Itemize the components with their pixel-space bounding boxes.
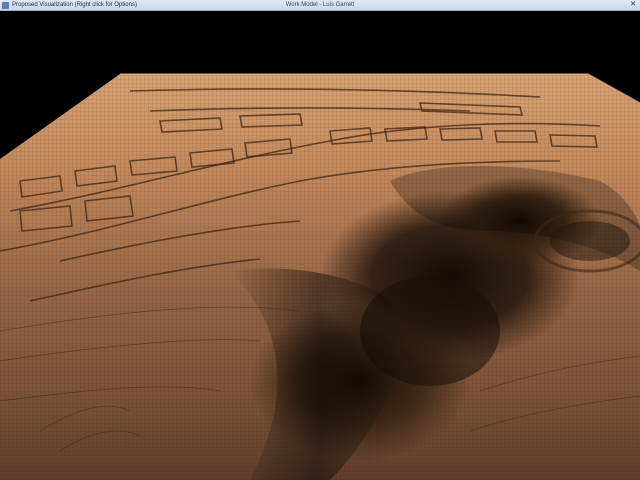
3d-terrain-viewport[interactable] [0, 11, 640, 480]
title-bar[interactable]: Proposed Visualization (Right click for … [0, 0, 640, 11]
close-button[interactable]: ✕ [628, 1, 638, 9]
terrain-render [0, 73, 640, 480]
app-window: Proposed Visualization (Right click for … [0, 0, 640, 480]
document-title: Work Model - Luis Garrett [285, 2, 355, 8]
